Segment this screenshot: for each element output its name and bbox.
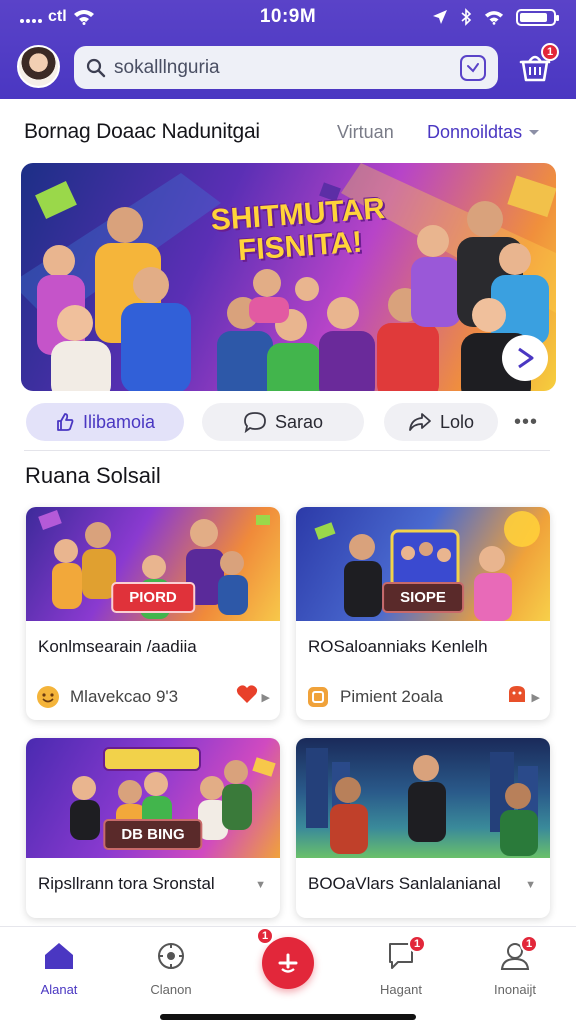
scan-icon[interactable] (460, 55, 486, 81)
title-row: Bornag Doaac Nadunitgai Virtuan Donnoild… (24, 118, 554, 148)
search-bar[interactable] (74, 46, 498, 89)
bluetooth-icon (461, 8, 472, 26)
video-card[interactable]: BOOaVlars Sanlalanianal ▼ (296, 738, 550, 918)
chevron-down-icon[interactable]: ▼ (255, 879, 266, 891)
like-button-label: Ilibamoia (82, 411, 156, 432)
create-badge: 1 (256, 927, 274, 945)
video-card[interactable]: SIOPE ROSaloanniaks Kenlelh Pimient 2oal… (296, 507, 550, 720)
video-thumbnail (296, 738, 550, 858)
nav-messages-label: Hagant (380, 982, 422, 997)
like-button[interactable]: Ilibamoia (26, 403, 184, 441)
comment-icon (244, 412, 266, 433)
chevron-right-icon: ▶ (261, 691, 270, 704)
category-dropdown-label: Donnoildtas (427, 122, 523, 142)
category-dropdown[interactable]: Donnoildtas (427, 122, 540, 143)
home-indicator (160, 1014, 416, 1020)
comment-button-label: Sarao (274, 411, 324, 432)
divider (24, 450, 550, 451)
video-card[interactable]: PIORD Konlmsearain /aadiia Mlavekcao 9'3… (26, 507, 280, 720)
share-button-label: Lolo (439, 411, 475, 432)
reaction-icon[interactable] (506, 684, 528, 710)
nav-profile-label: Inonaijt (494, 982, 536, 997)
card-meta: Pimient 2oala (340, 687, 444, 706)
hero-title: SHITMUTAR FISNITA! (207, 192, 391, 268)
card-footer: Pimient 2oala ▶ (306, 683, 540, 711)
status-bar: ctl 10:9M (0, 0, 576, 34)
card-tag: PIORD (111, 582, 195, 613)
page-title: Bornag Doaac Nadunitgai (24, 120, 260, 143)
video-card[interactable]: DB BING Ripsllrann tora Sronstal ▼ (26, 738, 280, 918)
filter-link[interactable]: Virtuan (337, 122, 394, 143)
basket-badge: 1 (541, 43, 559, 61)
more-options-icon[interactable]: ••• (514, 411, 538, 434)
avatar[interactable] (17, 45, 60, 88)
bottom-nav: Alanat Clanon 1 1 Hagant 1 Inonaijt (0, 926, 576, 1024)
compass-icon (158, 943, 184, 969)
emoji-icon (37, 686, 59, 708)
comment-button[interactable]: Sarao (202, 403, 364, 441)
card-meta: Mlavekcao 9'3 (70, 687, 179, 706)
wifi-icon-right (484, 10, 504, 25)
app-header: ctl 10:9M 1 (0, 0, 576, 99)
card-tag: SIOPE (382, 582, 464, 613)
video-thumbnail: DB BING (26, 738, 280, 858)
nav-discover[interactable]: Clanon (126, 941, 216, 997)
card-title: ROSaloanniaks Kenlelh (308, 637, 488, 656)
thumbs-up-icon (57, 413, 74, 431)
card-title: Konlmsearain /aadiia (38, 637, 197, 656)
plus-icon (278, 953, 298, 973)
calendar-icon (308, 687, 328, 707)
card-footer: Mlavekcao 9'3 ▶ (36, 683, 270, 711)
nav-home[interactable]: Alanat (14, 941, 104, 997)
profile-badge: 1 (520, 935, 538, 953)
chevron-right-icon: ▶ (531, 691, 540, 704)
video-thumbnail: PIORD (26, 507, 280, 621)
share-icon (409, 413, 431, 431)
card-title: Ripsllrann tora Sronstal (38, 874, 215, 893)
section-title: Ruana Solsail (25, 463, 161, 488)
chevron-down-icon[interactable]: ▼ (525, 879, 536, 891)
card-tag: DB BING (103, 819, 203, 850)
share-button[interactable]: Lolo (384, 403, 498, 441)
status-right (432, 8, 559, 26)
nav-home-label: Alanat (40, 982, 78, 997)
heart-icon[interactable] (236, 684, 258, 710)
messages-badge: 1 (408, 935, 426, 953)
hero-play-button[interactable] (502, 335, 548, 381)
hero-banner[interactable]: SHITMUTAR FISNITA! (21, 163, 556, 391)
nav-discover-label: Clanon (150, 982, 192, 997)
nav-messages[interactable]: 1 Hagant (356, 935, 446, 997)
create-button[interactable]: 1 (256, 927, 314, 989)
chevron-down-icon (529, 129, 540, 135)
basket-button[interactable]: 1 (517, 43, 559, 87)
search-input[interactable] (114, 56, 444, 79)
video-thumbnail: SIOPE (296, 507, 550, 621)
search-icon (86, 58, 106, 77)
nav-profile[interactable]: 1 Inonaijt (470, 935, 560, 997)
action-row: Ilibamoia Sarao Lolo ••• (26, 403, 550, 443)
thumbnail-art (306, 748, 538, 856)
hero-illustration (21, 163, 556, 391)
battery-icon (516, 8, 559, 26)
location-icon (433, 10, 447, 24)
card-title: BOOaVlars Sanlalanianal (308, 874, 501, 893)
home-icon (45, 943, 73, 969)
play-icon (518, 347, 534, 369)
